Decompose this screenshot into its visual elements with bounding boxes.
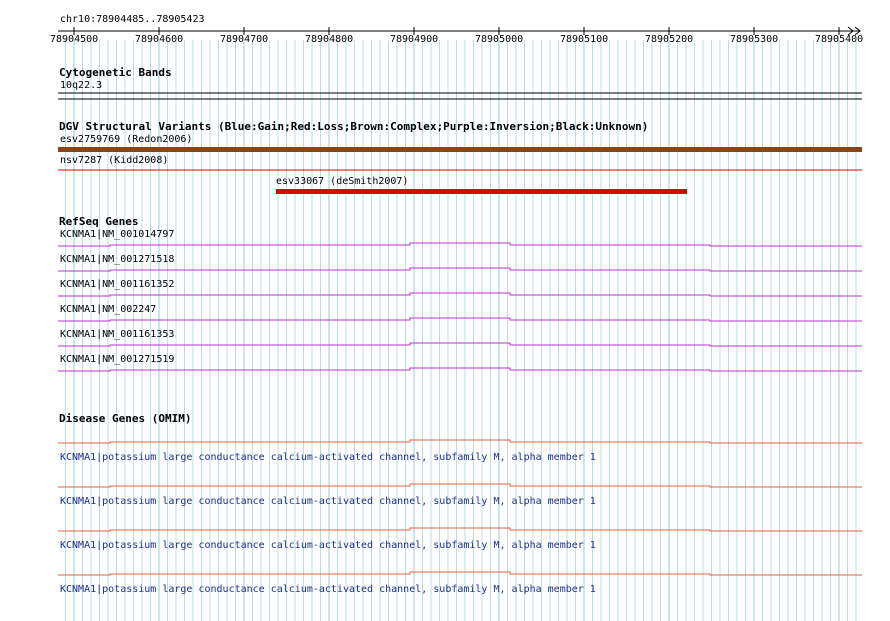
- ruler-tick-label: 78904600: [135, 34, 184, 45]
- refseq-gene-line[interactable]: [58, 242, 862, 247]
- variant-bar-esv33067[interactable]: [276, 189, 687, 194]
- omim-line[interactable]: [58, 571, 862, 576]
- refseq-gene-line[interactable]: [58, 367, 862, 372]
- dgv-track-title: DGV Structural Variants (Blue:Gain;Red:L…: [59, 120, 649, 133]
- omim-line[interactable]: [58, 527, 862, 532]
- cytoband-label[interactable]: 10q22.3: [60, 80, 102, 92]
- omim-track-title: Disease Genes (OMIM): [59, 412, 192, 425]
- cytoband-track-title: Cytogenetic Bands: [59, 66, 172, 79]
- refseq-gene-line[interactable]: [58, 267, 862, 272]
- omim-entry-label[interactable]: KCNMA1|potassium large conductance calci…: [60, 496, 596, 508]
- ruler-tick-label: 78904800: [305, 34, 354, 45]
- refseq-gene-label[interactable]: KCNMA1|NM_002247: [60, 304, 156, 316]
- omim-entry-label[interactable]: KCNMA1|potassium large conductance calci…: [60, 540, 596, 552]
- refseq-gene-label[interactable]: KCNMA1|NM_001161352: [60, 279, 174, 291]
- ruler-tick-label: 78905100: [560, 34, 609, 45]
- variant-label-nsv7287[interactable]: nsv7287 (Kidd2008): [60, 155, 168, 167]
- refseq-gene-line[interactable]: [58, 292, 862, 297]
- omim-line[interactable]: [58, 439, 862, 444]
- refseq-gene-label[interactable]: KCNMA1|NM_001271518: [60, 254, 174, 266]
- omim-line[interactable]: [58, 483, 862, 488]
- refseq-gene-label[interactable]: KCNMA1|NM_001271519: [60, 354, 174, 366]
- ruler-tick-label: 78904500: [50, 34, 99, 45]
- omim-entry-label[interactable]: KCNMA1|potassium large conductance calci…: [60, 584, 596, 596]
- ruler-tick-label: 78904700: [220, 34, 269, 45]
- variant-label-esv33067[interactable]: esv33067 (deSmith2007): [276, 176, 408, 188]
- ruler-tick-label: 78904900: [390, 34, 439, 45]
- refseq-track-title: RefSeq Genes: [59, 215, 139, 228]
- ruler-tick-label: 78905400: [815, 34, 864, 45]
- refseq-gene-line[interactable]: [58, 342, 862, 347]
- ruler-tick-label: 78905200: [645, 34, 694, 45]
- omim-entry-label[interactable]: KCNMA1|potassium large conductance calci…: [60, 452, 596, 464]
- refseq-gene-lines: [58, 242, 862, 372]
- variant-label-esv2759769[interactable]: esv2759769 (Redon2006): [60, 134, 192, 146]
- ruler-tick-label: 78905300: [730, 34, 779, 45]
- refseq-gene-label[interactable]: KCNMA1|NM_001161353: [60, 329, 174, 341]
- region-label: chr10:78904485..78905423: [60, 14, 205, 25]
- refseq-gene-line[interactable]: [58, 317, 862, 322]
- ruler-tick-label: 78905000: [475, 34, 524, 45]
- variant-bar-esv2759769[interactable]: [58, 147, 862, 152]
- refseq-gene-label[interactable]: KCNMA1|NM_001014797: [60, 229, 174, 241]
